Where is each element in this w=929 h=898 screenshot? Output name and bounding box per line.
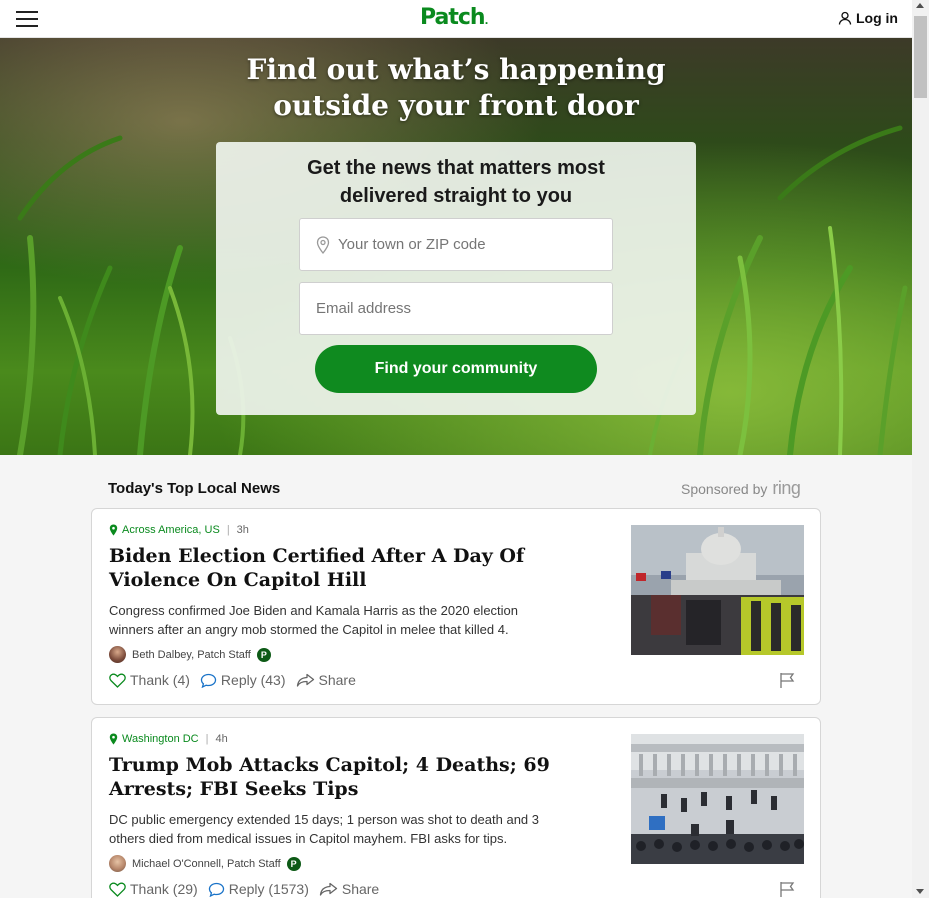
- article-age: 3h: [236, 524, 249, 536]
- article-summary: DC public emergency extended 15 days; 1 …: [109, 812, 539, 846]
- scroll-down-arrow-icon[interactable]: [916, 889, 924, 894]
- author-avatar: [109, 646, 126, 663]
- login-button[interactable]: Log in: [838, 10, 898, 26]
- article-card[interactable]: Washington DC | 4h Trump Mob Attacks Cap…: [91, 717, 821, 898]
- email-field[interactable]: [299, 282, 613, 335]
- sponsor-line[interactable]: Sponsored by ring: [681, 478, 801, 499]
- sponsored-label: Sponsored by: [681, 481, 768, 497]
- share-icon: [296, 673, 314, 687]
- user-icon: [838, 11, 852, 25]
- find-community-button[interactable]: Find your community: [315, 345, 597, 393]
- meta-divider: |: [205, 733, 209, 745]
- article-location[interactable]: Washington DC: [122, 733, 199, 745]
- comment-icon: [208, 882, 224, 897]
- ring-logo[interactable]: ring: [772, 478, 801, 499]
- location-pin-icon: [316, 235, 330, 254]
- signup-panel: Get the news that matters most delivered…: [216, 142, 696, 415]
- location-pin-icon: [109, 524, 118, 536]
- article-card[interactable]: Across America, US | 3h Biden Election C…: [91, 508, 821, 705]
- location-pin-icon: [109, 733, 118, 745]
- reply-button[interactable]: Reply (1573): [208, 881, 309, 897]
- author-name[interactable]: Michael O'Connell, Patch Staff: [132, 858, 281, 870]
- scroll-thumb[interactable]: [914, 16, 927, 98]
- top-navigation-bar: Patch. Log in: [0, 0, 912, 38]
- article-summary: Congress confirmed Joe Biden and Kamala …: [109, 603, 519, 637]
- comment-icon: [200, 673, 217, 688]
- flag-icon[interactable]: [779, 672, 797, 689]
- patch-staff-badge: P: [286, 856, 301, 871]
- article-location[interactable]: Across America, US: [122, 524, 220, 536]
- flag-icon[interactable]: [779, 881, 797, 898]
- article-age: 4h: [215, 733, 228, 745]
- signup-title: Get the news that matters most delivered…: [307, 157, 605, 207]
- heart-icon: [109, 882, 126, 897]
- patch-staff-badge: P: [256, 647, 271, 662]
- town-zip-field[interactable]: [299, 218, 613, 271]
- article-meta: Washington DC | 4h: [109, 733, 228, 745]
- article-author[interactable]: Michael O'Connell, Patch Staff P: [109, 855, 301, 872]
- town-zip-input[interactable]: [338, 236, 608, 253]
- login-label: Log in: [856, 10, 898, 26]
- meta-divider: |: [226, 524, 230, 536]
- article-thumbnail-image[interactable]: [631, 525, 804, 655]
- email-input[interactable]: [316, 300, 586, 317]
- heart-icon: [109, 673, 126, 688]
- page-scrollbar[interactable]: [912, 0, 929, 898]
- section-title: Today's Top Local News: [108, 480, 281, 497]
- reply-button[interactable]: Reply (43): [200, 672, 286, 688]
- author-avatar: [109, 855, 126, 872]
- article-author[interactable]: Beth Dalbey, Patch Staff P: [109, 646, 271, 663]
- author-name[interactable]: Beth Dalbey, Patch Staff: [132, 649, 251, 661]
- hero-headline: Find out what’s happening outside your f…: [246, 53, 666, 122]
- hero-banner: Find out what’s happening outside your f…: [0, 38, 912, 455]
- article-headline[interactable]: Trump Mob Attacks Capitol; 4 Deaths; 69 …: [109, 753, 579, 801]
- share-icon: [319, 882, 338, 896]
- scroll-up-arrow-icon[interactable]: [916, 3, 924, 8]
- article-actions: Thank (29) Reply (1573) Share: [109, 881, 389, 897]
- menu-icon[interactable]: [16, 11, 38, 27]
- article-headline[interactable]: Biden Election Certified After A Day Of …: [109, 544, 579, 592]
- article-thumbnail-image[interactable]: [631, 734, 804, 864]
- article-actions: Thank (4) Reply (43) Share: [109, 672, 366, 688]
- thank-button[interactable]: Thank (29): [109, 881, 198, 897]
- thank-button[interactable]: Thank (4): [109, 672, 190, 688]
- patch-logo[interactable]: Patch.: [420, 5, 488, 30]
- share-button[interactable]: Share: [319, 881, 379, 897]
- article-meta: Across America, US | 3h: [109, 524, 249, 536]
- share-button[interactable]: Share: [296, 672, 356, 688]
